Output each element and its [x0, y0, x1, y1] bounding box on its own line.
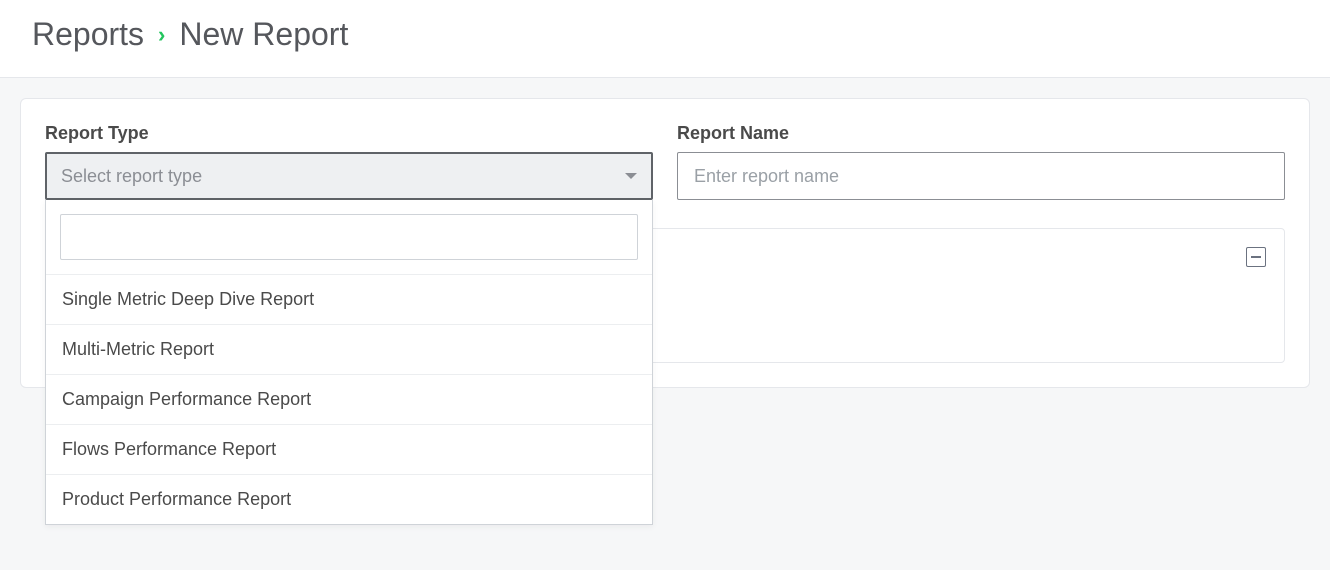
report-type-select-wrapper: Select report type Single Metric Deep Di…	[45, 152, 653, 200]
collapse-icon[interactable]	[1246, 247, 1266, 267]
dropdown-option[interactable]: Product Performance Report	[46, 474, 652, 524]
report-type-select[interactable]: Select report type	[45, 152, 653, 200]
report-name-input[interactable]	[677, 152, 1285, 200]
report-type-column: Report Type Select report type Single Me…	[45, 123, 653, 200]
breadcrumb-parent-link[interactable]: Reports	[32, 16, 144, 53]
dropdown-search-input[interactable]	[60, 214, 638, 260]
dropdown-search-wrap	[46, 200, 652, 274]
report-name-label: Report Name	[677, 123, 1285, 144]
dropdown-option[interactable]: Single Metric Deep Dive Report	[46, 274, 652, 324]
report-name-column: Report Name	[677, 123, 1285, 200]
dropdown-option[interactable]: Flows Performance Report	[46, 424, 652, 474]
form-row: Report Type Select report type Single Me…	[45, 123, 1285, 200]
dropdown-option[interactable]: Multi-Metric Report	[46, 324, 652, 374]
report-type-dropdown: Single Metric Deep Dive Report Multi-Met…	[45, 200, 653, 525]
report-type-placeholder: Select report type	[61, 166, 202, 187]
page-body: Report Type Select report type Single Me…	[0, 78, 1330, 570]
dropdown-option[interactable]: Campaign Performance Report	[46, 374, 652, 424]
breadcrumb-current: New Report	[179, 16, 348, 53]
chevron-right-icon: ›	[158, 24, 165, 46]
breadcrumb: Reports › New Report	[32, 16, 1298, 53]
report-card: Report Type Select report type Single Me…	[20, 98, 1310, 388]
report-type-label: Report Type	[45, 123, 653, 144]
page-header: Reports › New Report	[0, 0, 1330, 78]
caret-down-icon	[625, 173, 637, 179]
